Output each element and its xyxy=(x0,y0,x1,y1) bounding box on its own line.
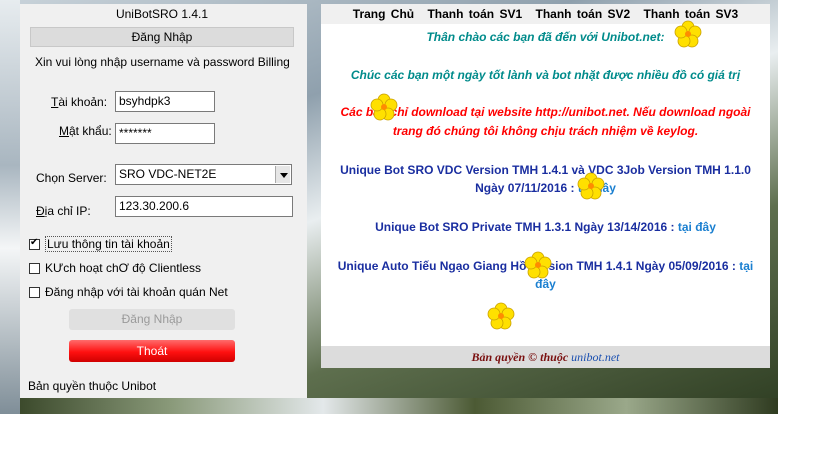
login-button[interactable]: Đăng Nhập xyxy=(69,309,235,330)
web-copyright: Bản quyền © thuộc unibot.net xyxy=(321,346,770,368)
download-link-1-line2: Ngày 07/11/2016 : tại đây xyxy=(475,181,616,195)
login-panel: UniBotSRO 1.4.1 Đăng Nhập Xin vui lòng n… xyxy=(20,4,307,398)
desktop-background-strip xyxy=(20,398,778,414)
welcome-text: Thân chào các bạn đã đến với Unibot.net: xyxy=(426,30,665,44)
download-link-3-here[interactable]: tại xyxy=(739,259,753,273)
login-prompt: Xin vui lòng nhập username và password B… xyxy=(35,55,290,69)
server-select[interactable]: SRO VDC-NET2E xyxy=(115,164,292,185)
server-label: Chọn Server: xyxy=(36,171,107,185)
desktop-background-left xyxy=(0,0,20,414)
server-select-value: SRO VDC-NET2E xyxy=(119,167,217,181)
nav-item-payment-sv1[interactable]: Thanh toán SV1 xyxy=(427,7,522,21)
download-link-2-here[interactable]: tại đây xyxy=(678,220,716,234)
account-input[interactable]: bsyhdpk3 xyxy=(115,91,215,112)
web-nav: Trang Chủ Thanh toán SV1 Thanh toán SV2 … xyxy=(321,4,770,24)
window-title: UniBotSRO 1.4.1 xyxy=(115,7,209,21)
download-link-2: Unique Bot SRO Private TMH 1.3.1 Ngày 13… xyxy=(375,220,716,234)
checkbox-label: KƯch hoạt chƠ độ Clientless xyxy=(45,261,201,275)
checkbox-label: Lưu thông tin tài khoản xyxy=(45,236,172,252)
section-header: Đăng Nhập xyxy=(30,27,294,47)
chevron-down-icon[interactable] xyxy=(275,166,290,183)
ip-input[interactable]: 123.30.200.6 xyxy=(115,196,293,217)
checkbox-save-account[interactable]: Lưu thông tin tài khoản xyxy=(29,236,172,252)
password-input[interactable]: ******* xyxy=(115,123,215,144)
copyright-link[interactable]: unibot.net xyxy=(571,350,619,364)
exit-button[interactable]: Thoát xyxy=(69,340,235,362)
flower-icon xyxy=(370,93,398,121)
flower-icon xyxy=(487,302,515,330)
password-label: Mật khẩu: xyxy=(59,124,112,138)
flower-icon xyxy=(577,172,605,200)
nav-item-payment-sv3[interactable]: Thanh toán SV3 xyxy=(644,7,739,21)
account-label: Tài khoản: xyxy=(51,95,108,109)
flower-icon xyxy=(674,20,702,48)
download-link-1-line1[interactable]: Unique Bot SRO VDC Version TMH 1.4.1 và … xyxy=(321,163,770,177)
flower-icon xyxy=(524,251,552,279)
web-panel: Trang Chủ Thanh toán SV1 Thanh toán SV2 … xyxy=(321,4,770,368)
checkbox-icon[interactable] xyxy=(29,286,40,298)
copyright-footer: Bản quyền thuộc Unibot xyxy=(28,379,157,393)
warning-text-line2: trang đó chúng tôi không chịu trách nhiệ… xyxy=(392,124,699,138)
checkbox-icon[interactable] xyxy=(29,262,40,274)
checkbox-net-account[interactable]: Đăng nhập với tài khoản quán Net xyxy=(29,285,228,299)
checkbox-clientless[interactable]: KƯch hoạt chƠ độ Clientless xyxy=(29,261,201,275)
checkbox-label: Đăng nhập với tài khoản quán Net xyxy=(45,285,228,299)
download-link-3-here-line2[interactable]: đây xyxy=(321,277,770,291)
checkbox-checked-icon[interactable] xyxy=(29,237,40,250)
wish-text: Chúc các bạn một ngày tốt lành và bot nh… xyxy=(350,68,741,82)
ip-label: Địa chỉ IP: xyxy=(36,204,91,218)
nav-item-home[interactable]: Trang Chủ xyxy=(353,7,414,21)
nav-item-payment-sv2[interactable]: Thanh toán SV2 xyxy=(536,7,631,21)
